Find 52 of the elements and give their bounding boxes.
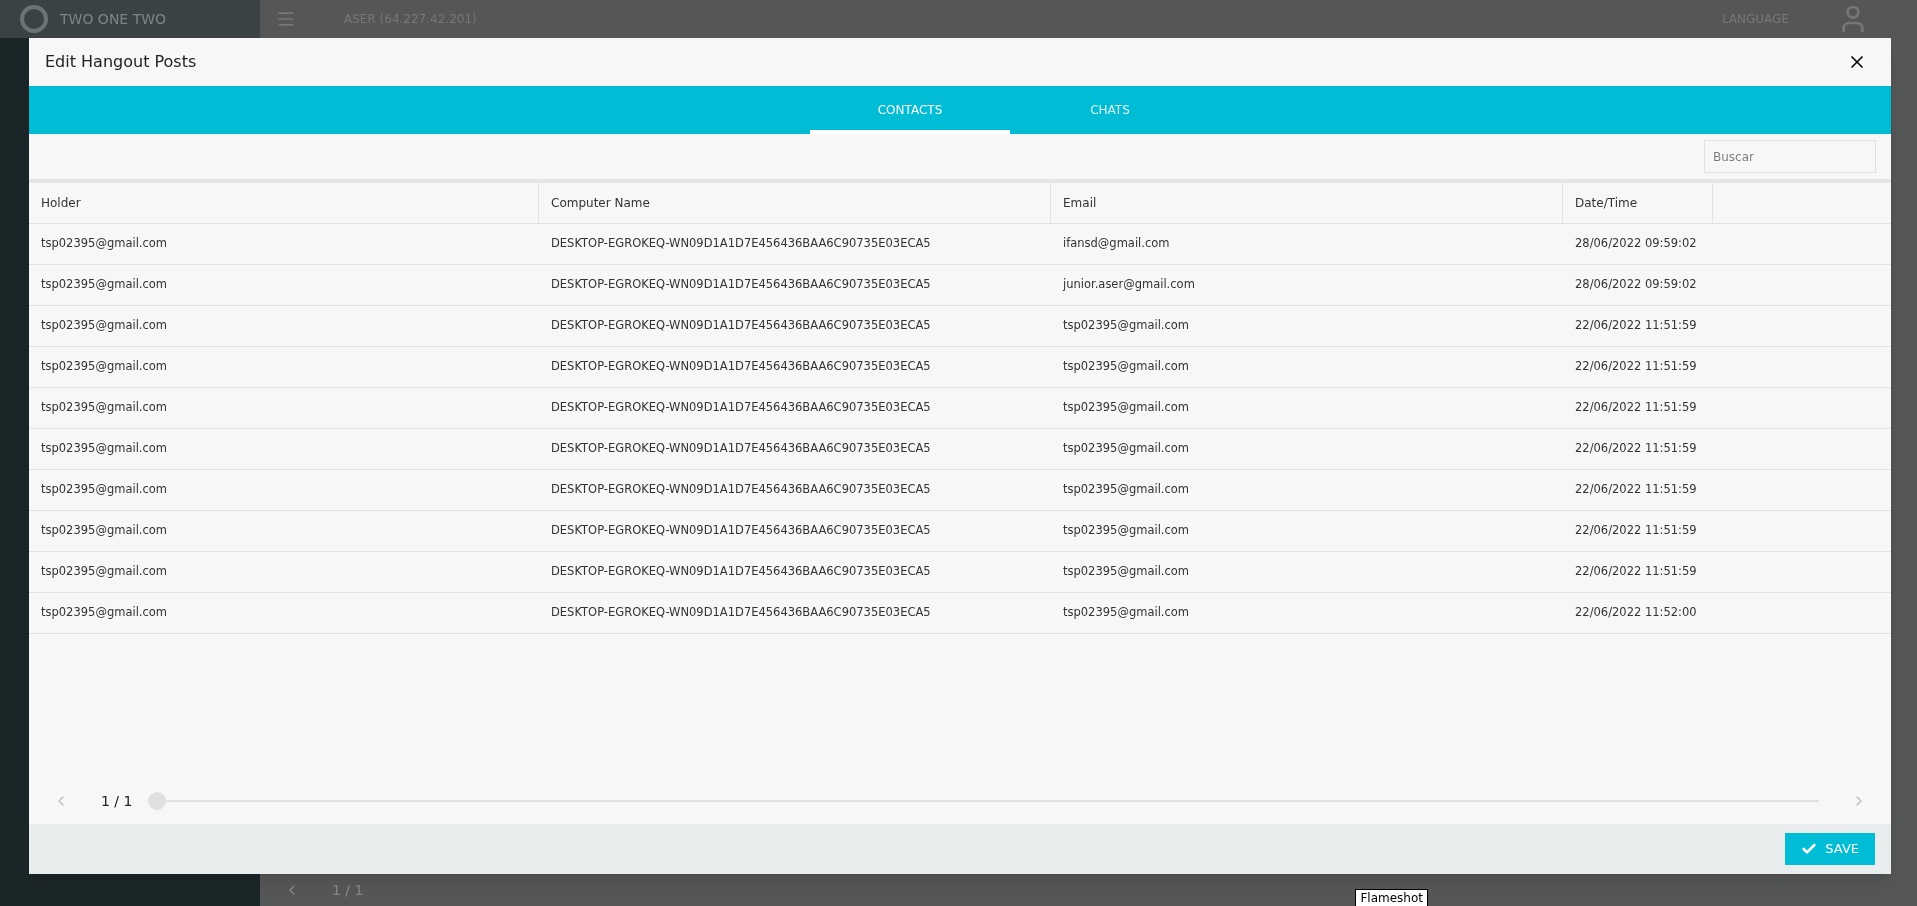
table-cell-text: tsp02395@gmail.com <box>40 604 169 622</box>
table-cell-text: tsp02395@gmail.com <box>1062 440 1191 458</box>
table-cell-text: 22/06/2022 11:52:00 <box>1574 604 1698 622</box>
table-cell-text: tsp02395@gmail.com <box>1062 399 1191 417</box>
page-indicator: 1 / 1 <box>101 791 133 811</box>
logo-icon <box>20 5 48 33</box>
table-cell-text: tsp02395@gmail.com <box>40 440 169 458</box>
brand-name: TWO ONE TWO <box>60 10 167 29</box>
table-cell-text: DESKTOP-EGROKEQ-WN09D1A1D7E456436BAA6C90735E03ECA5 <box>550 358 932 376</box>
table-cell-text: 28/06/2022 09:59:02 <box>1574 276 1698 294</box>
table-cell-text: 22/06/2022 11:51:59 <box>1574 358 1698 376</box>
search-field[interactable]: Buscar <box>1704 140 1876 173</box>
table-cell-text: tsp02395@gmail.com <box>40 522 169 540</box>
table-cell-text: 22/06/2022 11:51:59 <box>1574 440 1698 458</box>
table-cell-text: tsp02395@gmail.com <box>1062 358 1191 376</box>
table-cell-text: DESKTOP-EGROKEQ-WN09D1A1D7E456436BAA6C90735E03ECA5 <box>550 604 932 622</box>
table-cell-text: DESKTOP-EGROKEQ-WN09D1A1D7E456436BAA6C90735E03ECA5 <box>550 522 932 540</box>
table-cell-text: 22/06/2022 11:51:59 <box>1574 399 1698 417</box>
table-cell-text: DESKTOP-EGROKEQ-WN09D1A1D7E456436BAA6C90735E03ECA5 <box>550 317 932 335</box>
table-cell-text: tsp02395@gmail.com <box>40 358 169 376</box>
table-cell-text: 28/06/2022 09:59:02 <box>1574 235 1698 253</box>
table-cell-text: tsp02395@gmail.com <box>40 317 169 335</box>
column-header[interactable]: Email <box>1051 183 1563 223</box>
table-cell-text: DESKTOP-EGROKEQ-WN09D1A1D7E456436BAA6C90735E03ECA5 <box>550 399 932 417</box>
table-cell-text: tsp02395@gmail.com <box>1062 604 1191 622</box>
table-cell-text: tsp02395@gmail.com <box>1062 317 1191 335</box>
table-cell-text: 22/06/2022 11:51:59 <box>1574 563 1698 581</box>
table-cell-text: DESKTOP-EGROKEQ-WN09D1A1D7E456436BAA6C90735E03ECA5 <box>550 481 932 499</box>
table-cell-text: tsp02395@gmail.com <box>1062 481 1191 499</box>
column-header[interactable]: Date/Time <box>1563 183 1713 223</box>
column-header[interactable]: Computer Name <box>539 183 1051 223</box>
table-cell-text: tsp02395@gmail.com <box>40 399 169 417</box>
column-header[interactable]: Holder <box>29 183 539 223</box>
menu-icon[interactable] <box>276 9 296 29</box>
table-cell-text: DESKTOP-EGROKEQ-WN09D1A1D7E456436BAA6C90735E03ECA5 <box>550 235 932 253</box>
table-cell-text: DESKTOP-EGROKEQ-WN09D1A1D7E456436BAA6C90735E03ECA5 <box>550 563 932 581</box>
dialog-title: Edit Hangout Posts <box>45 51 197 73</box>
table-cell-text: tsp02395@gmail.com <box>1062 522 1191 540</box>
table-cell-text: 22/06/2022 11:51:59 <box>1574 317 1698 335</box>
table-cell-text: ifansd@gmail.com <box>1062 235 1171 253</box>
table-cell-text: tsp02395@gmail.com <box>40 563 169 581</box>
table-cell-text: 22/06/2022 11:51:59 <box>1574 481 1698 499</box>
table-cell-text: 22/06/2022 11:51:59 <box>1574 522 1698 540</box>
table-cell-text: tsp02395@gmail.com <box>40 481 169 499</box>
table-cell-text: tsp02395@gmail.com <box>40 276 169 294</box>
check-icon <box>1801 841 1818 857</box>
table-cell-text: tsp02395@gmail.com <box>40 235 169 253</box>
table-cell-text: DESKTOP-EGROKEQ-WN09D1A1D7E456436BAA6C90735E03ECA5 <box>550 440 932 458</box>
table-cell-text: tsp02395@gmail.com <box>1062 563 1191 581</box>
table-cell-text: DESKTOP-EGROKEQ-WN09D1A1D7E456436BAA6C90735E03ECA5 <box>550 276 932 294</box>
table-cell-text: junior.aser@gmail.com <box>1061 276 1196 294</box>
tooltip: Flameshot <box>1355 889 1428 906</box>
